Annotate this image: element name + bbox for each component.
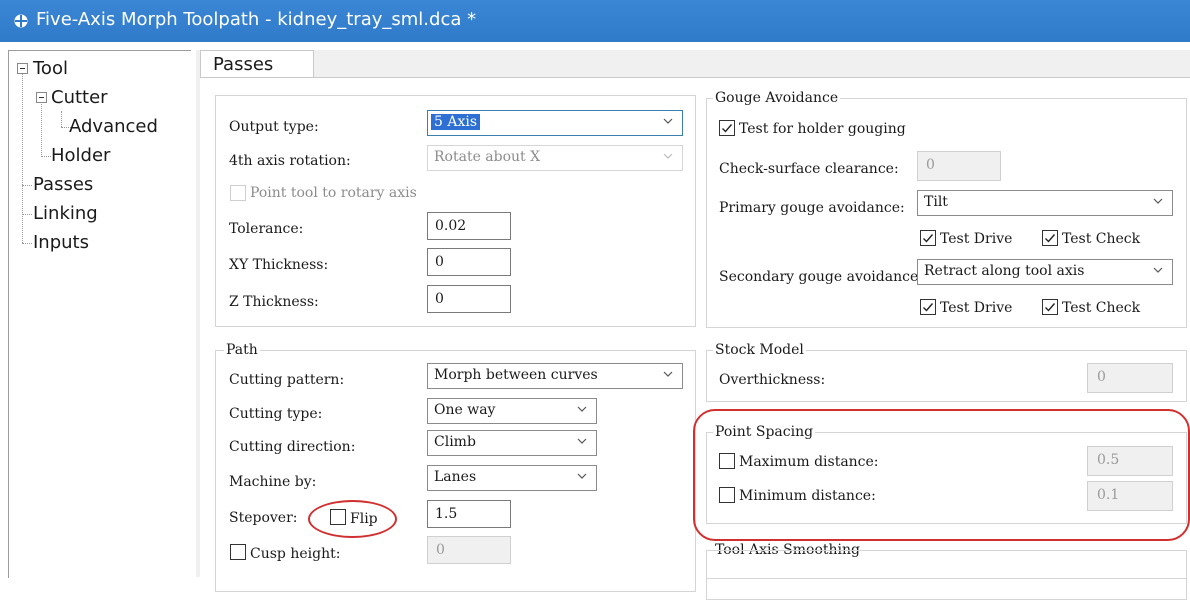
point-spacing-annotation-box (693, 409, 1190, 541)
machine-by-value: Lanes (434, 469, 477, 485)
chevron-down-icon (577, 473, 587, 479)
cutting-direction-value: Climb (434, 434, 476, 450)
stepover-input[interactable]: 1.5 (427, 500, 511, 528)
tool-axis-smoothing-frame (706, 550, 1187, 591)
collapse-toggle-icon[interactable] (36, 92, 47, 103)
chevron-down-icon (663, 371, 673, 377)
cutting-direction-select[interactable]: Climb (427, 430, 597, 456)
clearance-label: Check-surface clearance: (719, 161, 899, 177)
cusp-height-checkbox[interactable] (230, 544, 246, 560)
cutting-pattern-value: Morph between curves (434, 367, 598, 383)
tab-label: Passes (213, 54, 274, 75)
flip-annotation-ring (308, 500, 397, 538)
primary-test-drive-label: Test Drive (940, 231, 1013, 247)
secondary-test-check-label: Test Check (1062, 300, 1141, 316)
output-type-value: 5 Axis (431, 114, 481, 130)
cusp-height-value: 0 (436, 542, 445, 558)
cutting-direction-label: Cutting direction: (229, 439, 356, 455)
cutting-type-label: Cutting type: (229, 406, 323, 422)
clearance-value: 0 (926, 157, 935, 173)
gouge-avoidance-title: Gouge Avoidance (713, 90, 841, 106)
xy-thickness-value: 0 (435, 254, 444, 270)
tolerance-value: 0.02 (435, 218, 467, 234)
checkmark-icon (1045, 234, 1056, 243)
path-group-title: Path (224, 342, 260, 358)
stepover-label: Stepover: (229, 510, 298, 526)
holder-gouging-label: Test for holder gouging (739, 121, 906, 137)
chevron-down-icon (577, 438, 587, 444)
overthickness-label: Overthickness: (719, 372, 826, 388)
z-thickness-value: 0 (435, 291, 444, 307)
overthickness-input[interactable]: 0 (1087, 363, 1173, 393)
cutting-pattern-label: Cutting pattern: (229, 372, 345, 388)
primary-gouge-select[interactable]: Tilt (917, 190, 1173, 216)
secondary-test-drive-checkbox[interactable] (920, 299, 936, 315)
tree-item-advanced[interactable]: Advanced (69, 116, 158, 138)
overthickness-value: 0 (1097, 369, 1106, 385)
secondary-test-drive-label: Test Drive (940, 300, 1013, 316)
cusp-height-input[interactable]: 0 (427, 536, 511, 564)
app-icon (14, 14, 28, 28)
navigation-tree: Tool Cutter Advanced Holder Passes Linki… (8, 50, 191, 578)
cusp-height-label: Cusp height: (250, 546, 341, 562)
tab-passes[interactable]: Passes (200, 50, 314, 79)
stock-model-title: Stock Model (713, 342, 806, 358)
output-type-select[interactable]: 5 Axis (427, 110, 683, 136)
primary-gouge-label: Primary gouge avoidance: (719, 200, 905, 216)
tree-item-cutter[interactable]: Cutter (51, 87, 108, 109)
xy-thickness-label: XY Thickness: (229, 257, 329, 273)
tree-item-tool[interactable]: Tool (33, 58, 68, 80)
chevron-down-icon (577, 406, 587, 412)
chevron-down-icon (1153, 198, 1163, 204)
checkmark-icon (1045, 303, 1056, 312)
secondary-test-check-checkbox[interactable] (1042, 299, 1058, 315)
rotation-value: Rotate about X (434, 149, 541, 165)
rotation-select[interactable]: Rotate about X (427, 145, 683, 171)
clearance-input[interactable]: 0 (917, 151, 1001, 181)
machine-by-label: Machine by: (229, 474, 317, 490)
z-thickness-label: Z Thickness: (229, 294, 319, 310)
tree-item-holder[interactable]: Holder (51, 145, 110, 167)
tolerance-input[interactable]: 0.02 (427, 212, 511, 240)
cutting-pattern-select[interactable]: Morph between curves (427, 363, 683, 389)
holder-gouging-checkbox[interactable] (719, 120, 735, 136)
cutting-type-value: One way (434, 402, 496, 418)
tree-item-passes[interactable]: Passes (33, 174, 93, 196)
tolerance-label: Tolerance: (229, 221, 304, 237)
point-tool-label: Point tool to rotary axis (250, 185, 417, 201)
machine-by-select[interactable]: Lanes (427, 465, 597, 491)
secondary-gouge-label: Secondary gouge avoidance: (719, 269, 923, 285)
chevron-down-icon (663, 153, 673, 159)
chevron-down-icon (1153, 267, 1163, 273)
chevron-down-icon (663, 118, 673, 124)
tree-item-linking[interactable]: Linking (33, 203, 98, 225)
secondary-gouge-value: Retract along tool axis (924, 263, 1085, 279)
xy-thickness-input[interactable]: 0 (427, 248, 511, 276)
point-tool-checkbox[interactable] (230, 185, 246, 201)
collapse-toggle-icon[interactable] (17, 63, 28, 74)
primary-test-check-checkbox[interactable] (1042, 230, 1058, 246)
rotation-label: 4th axis rotation: (229, 153, 351, 169)
primary-gouge-value: Tilt (924, 194, 948, 210)
checkmark-icon (923, 234, 934, 243)
title-bar: Five-Axis Morph Toolpath - kidney_tray_s… (0, 0, 1190, 42)
primary-test-drive-checkbox[interactable] (920, 230, 936, 246)
primary-test-check-label: Test Check (1062, 231, 1141, 247)
z-thickness-input[interactable]: 0 (427, 285, 511, 313)
secondary-gouge-select[interactable]: Retract along tool axis (917, 259, 1173, 285)
checkmark-icon (923, 303, 934, 312)
window-title: Five-Axis Morph Toolpath - kidney_tray_s… (36, 9, 477, 30)
stepover-value: 1.5 (435, 506, 458, 522)
output-type-label: Output type: (229, 119, 319, 135)
cutting-type-select[interactable]: One way (427, 398, 597, 424)
checkmark-icon (722, 124, 733, 133)
tree-item-inputs[interactable]: Inputs (33, 232, 89, 254)
